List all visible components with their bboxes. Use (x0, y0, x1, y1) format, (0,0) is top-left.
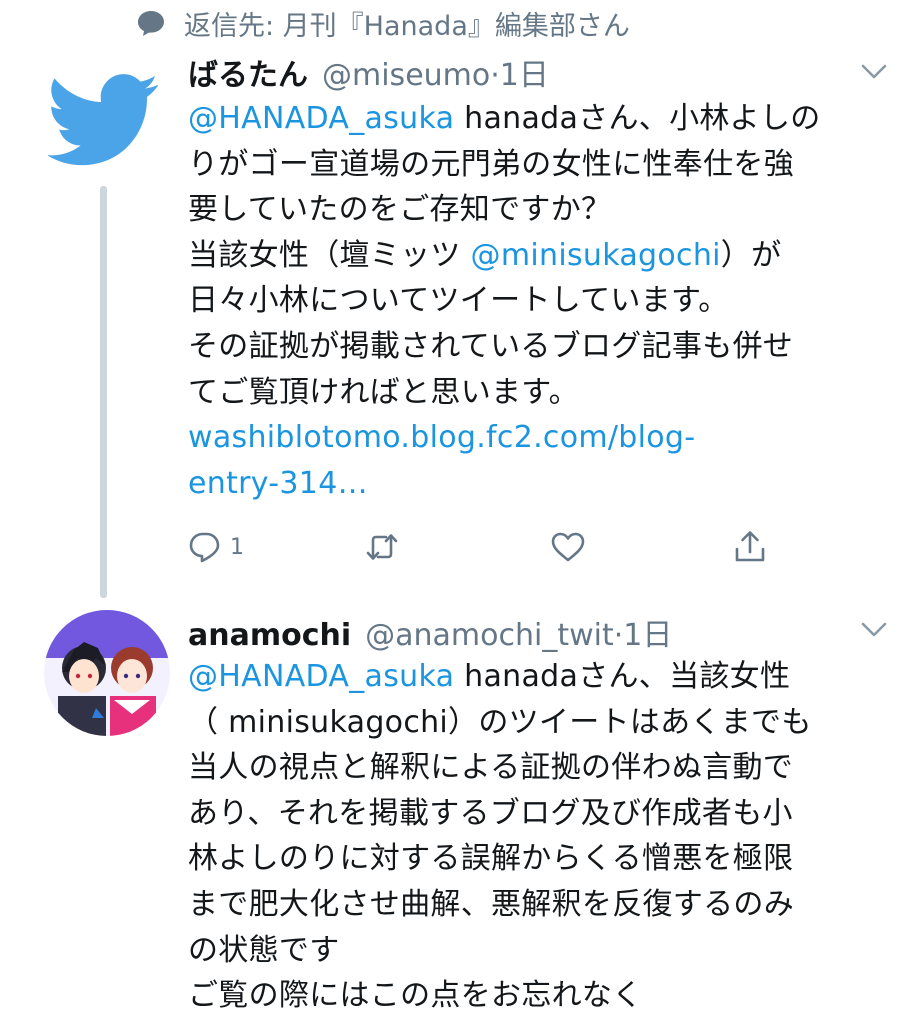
tweet-text-line: （ minisukagochi）のツイートはあくまでも (188, 700, 878, 746)
thread-line (100, 186, 107, 598)
mention-link[interactable]: @HANADA_asuka (188, 659, 454, 694)
reply-icon (189, 532, 220, 563)
separator-dot: · (490, 58, 500, 93)
tweet-text-line: 当人の視点と解釈による証拠の伴わぬ言動で (188, 745, 878, 791)
tweet-text-line: @HANADA_asuka hanadaさん、当該女性 (188, 654, 878, 700)
separator-dot: · (613, 618, 624, 653)
tweet-text-line: の状態です (188, 928, 878, 974)
tweet-text-segment: 当人の視点と解釈による証拠の伴わぬ言動で (188, 750, 794, 786)
tweet-header: anamochi @anamochi_twit · 1日 (188, 610, 672, 653)
tweet-text-segment: ご覧の際にはこの点をお忘れなく (188, 978, 643, 1014)
timestamp[interactable]: 1日 (623, 610, 672, 654)
tweet-text-segment: hanadaさん、当該女性 (454, 659, 791, 694)
tweet-text-segment: 日々小林についてツイートしています。 (188, 283, 729, 319)
reply-button[interactable]: 1 (188, 524, 244, 570)
mention-link[interactable]: @HANADA_asuka (188, 101, 454, 136)
tweet-text-line: @HANADA_asuka hanadaさん、小林よしの (188, 96, 878, 142)
display-name[interactable]: ばるたん (188, 50, 308, 94)
twitter-bird-icon[interactable] (46, 62, 160, 174)
tweet-text-segment: （ minisukagochi）のツイートはあくまでも (188, 704, 812, 740)
tweet-text-line: てご覧頂ければと思います。 (188, 370, 878, 416)
tweet-text-line: 要していたのをご存知ですか？ (188, 187, 878, 233)
url-link[interactable]: entry-314… (188, 466, 368, 501)
tweet-text-segment: ）が (720, 237, 782, 273)
user-handle[interactable]: @anamochi_twit (365, 618, 614, 653)
retweet-icon (366, 534, 398, 560)
tweet-text-line: 林よしのりに対する誤解からくる憎悪を極限 (188, 836, 878, 882)
reply-context[interactable]: 返信先: 月刊『Hanada』編集部さん (136, 4, 630, 42)
anime-avatar[interactable] (44, 610, 170, 736)
tweet-text-line: あり、それを掲載するブログ及び作成者も小 (188, 791, 878, 837)
timestamp[interactable]: 1日 (500, 50, 549, 94)
tweet-text: @HANADA_asuka hanadaさん、当該女性 （ minisukagoc… (188, 654, 878, 1019)
reply-count: 1 (230, 534, 244, 560)
user-handle[interactable]: @miseumo (322, 58, 490, 93)
tweet-text-line: entry-314… (188, 461, 878, 507)
chevron-down-icon[interactable] (861, 64, 887, 80)
tweet-text-segment: あり、それを掲載するブログ及び作成者も小 (188, 795, 793, 831)
like-button[interactable] (550, 524, 586, 570)
tweet-text-line: 日々小林についてツイートしています。 (188, 278, 878, 324)
tweet-text-segment: その証拠が掲載されているブログ記事も併せ (188, 328, 794, 364)
speech-bubble-icon (138, 11, 164, 36)
tweet-text-segment: の状態です (188, 932, 340, 968)
tweet-text-line: ご覧の際にはこの点をお忘れなく (188, 973, 878, 1019)
display-name[interactable]: anamochi (188, 618, 351, 653)
retweet-button[interactable] (364, 524, 400, 570)
tweet-text-segment: 当該女性（壇ミッツ (188, 237, 471, 273)
tweet-text-line: その証拠が掲載されているブログ記事も併せ (188, 324, 878, 370)
tweet-text-segment: まで肥大化させ曲解、悪解釈を反復するのみ (188, 886, 794, 922)
tweet-text-line: washiblotomo.blog.fc2.com/blog- (188, 415, 878, 461)
mention-link[interactable]: @minisukagochi (471, 238, 721, 273)
reply-context-text: 返信先: 月刊『Hanada』編集部さん (184, 10, 630, 42)
tweet-text-line: りがゴー宣道場の元門弟の女性に性奉仕を強 (188, 142, 878, 188)
tweet-text: @HANADA_asuka hanadaさん、小林よしのりがゴー宣道場の元門弟の… (188, 96, 878, 506)
tweet-text-segment: りがゴー宣道場の元門弟の女性に性奉仕を強 (188, 146, 794, 182)
chevron-down-icon[interactable] (861, 622, 887, 638)
tweet-header: ばるたん @miseumo · 1日 (188, 50, 549, 93)
tweet-text-segment: 要していたのをご存知ですか？ (188, 192, 612, 228)
tweet-text-segment: 林よしのりに対する誤解からくる憎悪を極限 (188, 841, 794, 877)
tweet-text-segment: てご覧頂ければと思います。 (188, 374, 579, 410)
tweet-text-segment: hanadaさん、小林よしの (454, 101, 821, 136)
tweet-text-line: まで肥大化させ曲解、悪解釈を反復するのみ (188, 882, 878, 928)
share-button[interactable] (732, 524, 768, 570)
heart-icon (551, 532, 585, 562)
url-link[interactable]: washiblotomo.blog.fc2.com/blog- (188, 420, 695, 455)
tweet-actions: 1 (188, 524, 878, 570)
share-icon (735, 531, 765, 562)
tweet-text-line: 当該女性（壇ミッツ @minisukagochi）が (188, 233, 878, 279)
